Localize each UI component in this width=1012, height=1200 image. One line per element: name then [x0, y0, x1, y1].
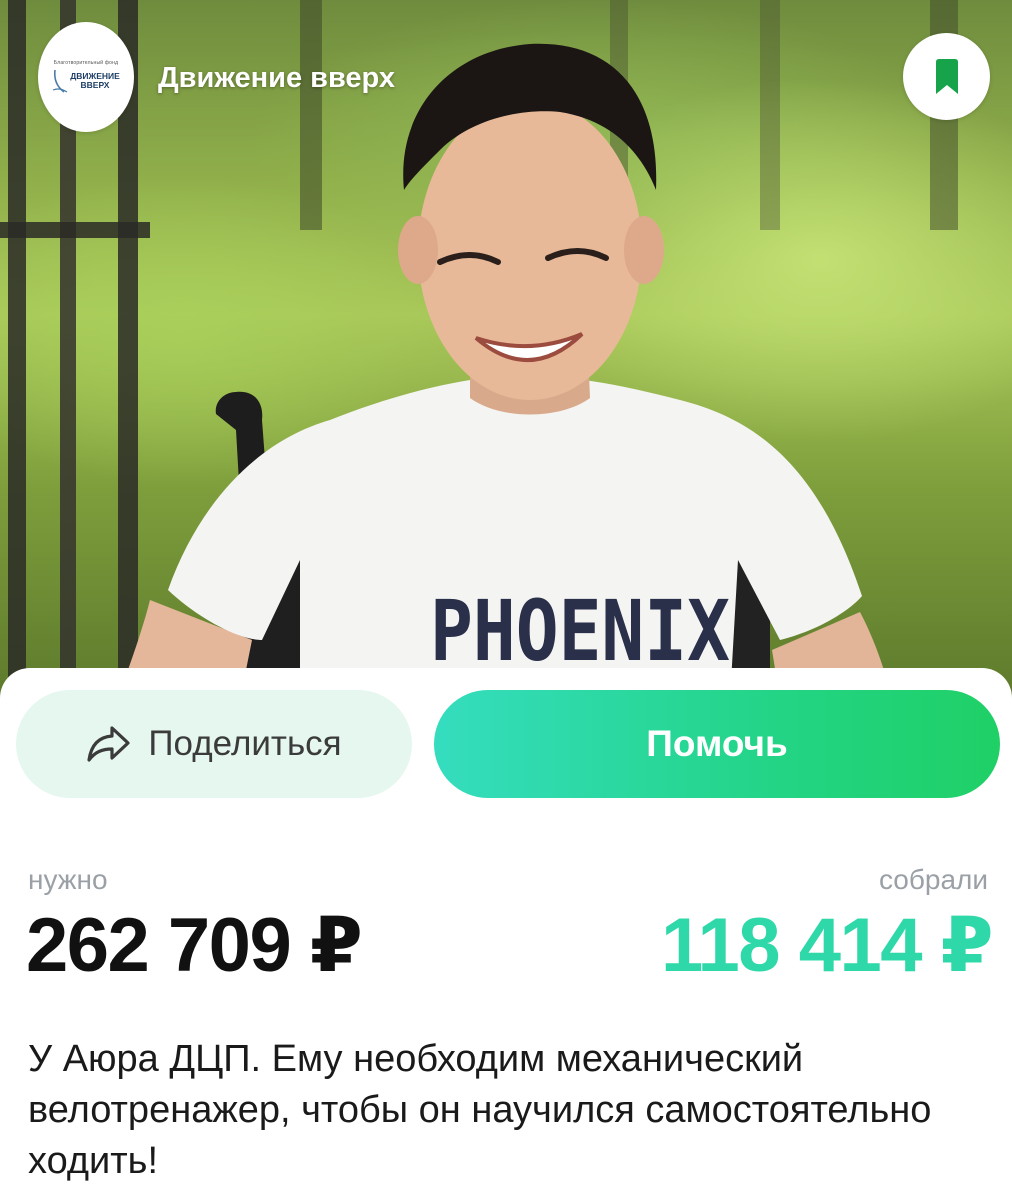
- shirt-print-text: PHOENIX: [430, 582, 730, 680]
- collected-amount: 118 414 ₽: [660, 903, 994, 988]
- bookmark-button[interactable]: [903, 33, 990, 120]
- boy-in-wheelchair-illustration: PHOENIX: [118, 43, 892, 700]
- fundraising-panel: Поделиться Помочь нужно 262 709 ₽ собрал…: [0, 668, 1012, 1200]
- collected-label: собрали: [878, 864, 988, 895]
- help-button-label: Помочь: [646, 723, 788, 764]
- foundation-name[interactable]: Движение вверх: [158, 62, 395, 95]
- share-button[interactable]: Поделиться: [16, 690, 412, 798]
- share-button-label: Поделиться: [148, 724, 342, 763]
- bookmark-icon: [935, 58, 958, 94]
- needed-amount: 262 709 ₽: [26, 903, 363, 988]
- logo-line-2: ВВЕРХ: [80, 80, 110, 90]
- logo-row: ДВИЖЕНИЕ ВВЕРХ: [52, 68, 120, 94]
- logo-mark-icon: [52, 69, 68, 93]
- help-button[interactable]: Помочь: [434, 690, 1000, 798]
- logo-small-text: Благотворительный фонд: [53, 60, 119, 66]
- hero-photo: PHOENIX Благотворительный фонд ДВИЖЕНИЕ …: [0, 0, 1012, 700]
- foundation-logo[interactable]: Благотворительный фонд ДВИЖЕНИЕ ВВЕРХ: [38, 22, 134, 132]
- logo-text: ДВИЖЕНИЕ ВВЕРХ: [70, 72, 120, 90]
- fundraiser-description: У Аюра ДЦП. Ему необходим механический в…: [28, 1038, 932, 1182]
- share-arrow-icon: [87, 726, 130, 762]
- needed-label: нужно: [28, 864, 108, 895]
